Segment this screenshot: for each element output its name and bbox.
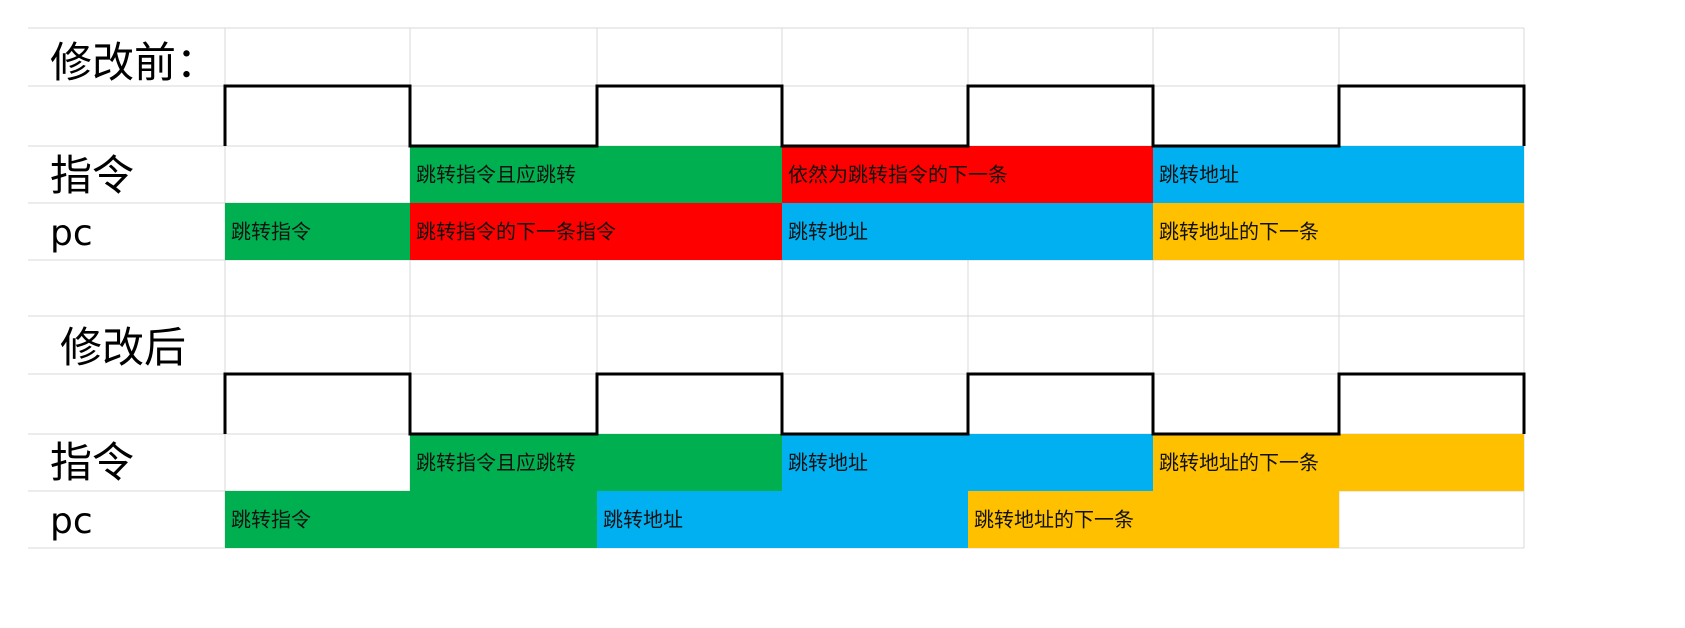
pc-block-label: 跳转地址 — [603, 508, 683, 532]
pc-label-after: pc — [50, 501, 93, 542]
pc-block-label: 跳转地址 — [788, 220, 868, 244]
row-labels: 修改前： 指令 pc 修改后 指令 pc — [50, 38, 218, 542]
pc-block-label: 跳转地址的下一条 — [974, 508, 1134, 532]
pc-block-label: 跳转指令 — [231, 508, 311, 532]
instr-label-after: 指令 — [50, 438, 134, 487]
instr-block-label: 跳转地址 — [788, 451, 868, 475]
instr-block-label: 依然为跳转指令的下一条 — [788, 163, 1008, 187]
pc-block-label: 跳转地址的下一条 — [1159, 220, 1319, 244]
pc-block-label: 跳转指令 — [231, 220, 311, 244]
instr-block-label: 跳转地址的下一条 — [1159, 451, 1319, 475]
timing-diagram: 跳转指令且应跳转 依然为跳转指令的下一条 跳转地址跳转指令 跳转指令的下一条指令 跳转地… — [28, 27, 1526, 549]
instr-label-before: 指令 — [50, 151, 134, 200]
section-title-before: 修改前： — [50, 38, 218, 87]
signal-blocks: 跳转指令且应跳转 依然为跳转指令的下一条 跳转地址跳转指令 跳转指令的下一条指令 跳转地… — [225, 146, 1524, 548]
instr-block-label: 跳转地址 — [1159, 163, 1239, 187]
pc-block-label: 跳转指令的下一条指令 — [416, 220, 616, 244]
section-title-after: 修改后 — [60, 323, 186, 372]
clock-waveform — [223, 84, 1526, 148]
instr-block-label: 跳转指令且应跳转 — [416, 163, 576, 187]
pc-label-before: pc — [50, 213, 93, 254]
clock-waveform — [223, 372, 1526, 436]
instr-block-label: 跳转指令且应跳转 — [416, 451, 576, 475]
